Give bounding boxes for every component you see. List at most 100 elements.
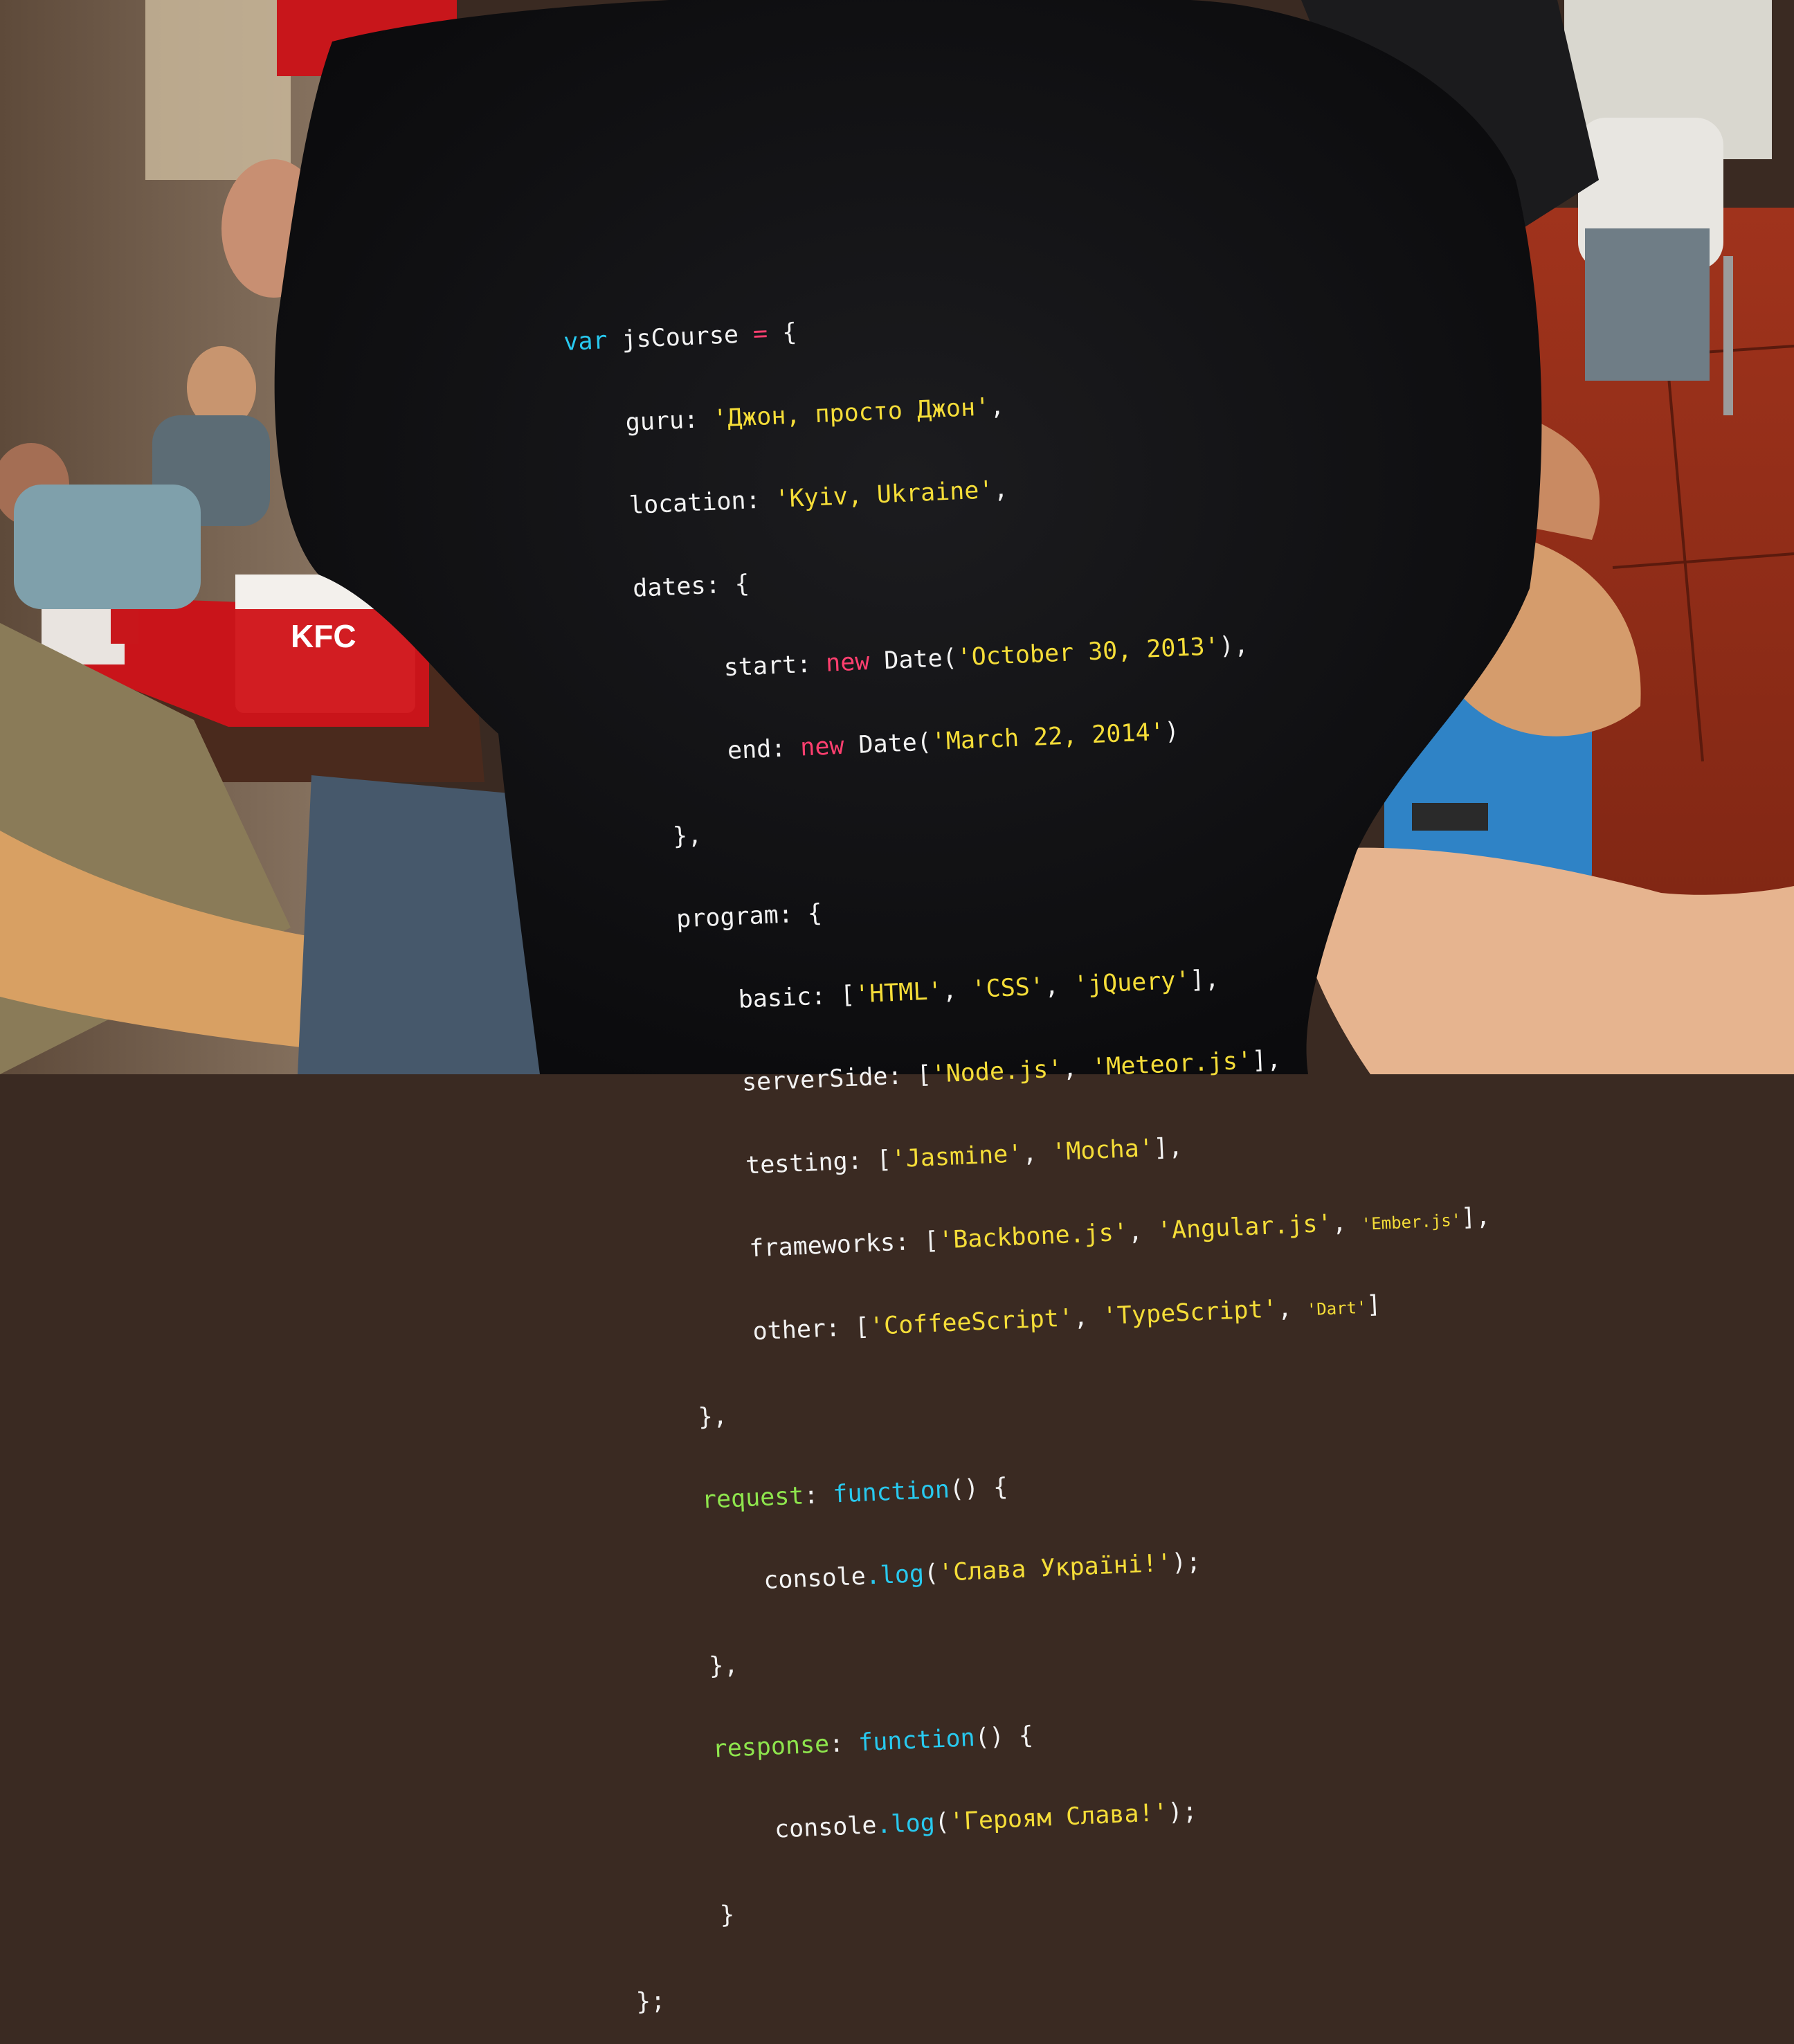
- code-line: serverSide: ['Node.js', 'Meteor.js'],: [596, 1038, 1469, 1103]
- code-line: dates: {: [574, 540, 1447, 606]
- code-operator: =: [752, 320, 768, 348]
- code-keyword: new: [799, 732, 845, 762]
- code-string: 'Слава Україні!': [938, 1549, 1172, 1587]
- code-operator: .: [876, 1811, 892, 1840]
- code-method: log: [879, 1559, 925, 1590]
- code-text: :: [828, 1729, 860, 1759]
- code-text: console: [763, 1562, 867, 1595]
- code-line: var jsCourse = {: [563, 291, 1435, 356]
- code-key: end:: [727, 734, 801, 766]
- code-string: 'CoffeeScript': [869, 1304, 1074, 1341]
- code-text: jsCourse: [606, 320, 754, 355]
- code-text: ,: [1043, 971, 1074, 1001]
- code-text: ,: [993, 476, 1009, 505]
- code-line: testing: ['Jasmine', 'Mocha'],: [599, 1121, 1472, 1186]
- code-string: 'October 30, 2013': [956, 633, 1220, 672]
- code-method: log: [890, 1809, 936, 1839]
- code-key: testing: [: [745, 1146, 892, 1180]
- code-line: };: [635, 1951, 1508, 2016]
- code-string: 'Mocha': [1051, 1134, 1154, 1167]
- code-text: (: [934, 1808, 950, 1837]
- code-line: location: 'Kyiv, Ukraine',: [570, 457, 1443, 523]
- code-text: ,: [941, 976, 972, 1005]
- code-keyword: var: [563, 327, 608, 356]
- code-line: end: new Date('March 22, 2014'): [581, 705, 1454, 771]
- code-function-keyword: function: [858, 1724, 976, 1757]
- code-key: other: [: [752, 1313, 870, 1346]
- code-line: other: ['CoffeeScript', 'TypeScript', 'D…: [606, 1287, 1479, 1353]
- code-text: ],: [1189, 965, 1220, 995]
- code-text: :: [803, 1481, 834, 1510]
- code-string: 'March 22, 2014': [930, 718, 1166, 757]
- code-text: () {: [974, 1721, 1034, 1752]
- tshirt-code-print: var jsCourse = { guru: 'Джон, просто Джо…: [561, 235, 1491, 2016]
- code-text: Date(: [869, 644, 958, 676]
- code-key: basic: [: [737, 981, 856, 1014]
- code-line: console.log('Слава Україні!');: [617, 1535, 1490, 1601]
- code-text: ,: [1331, 1208, 1362, 1238]
- code-text: };: [635, 1987, 667, 2016]
- code-key: frameworks: [: [748, 1227, 940, 1263]
- code-text: ,: [1022, 1139, 1053, 1168]
- code-text: },: [708, 1651, 739, 1681]
- code-text: ],: [1460, 1202, 1492, 1232]
- code-text: );: [1167, 1798, 1198, 1827]
- code-string: 'Ember.js': [1361, 1210, 1462, 1234]
- code-text: Date(: [843, 728, 932, 760]
- code-key: guru:: [624, 405, 714, 437]
- jeans-left: [298, 775, 540, 1074]
- code-text: },: [697, 1402, 728, 1431]
- code-key: program: {: [676, 899, 823, 934]
- code-line: console.log('Героям Слава!');: [628, 1784, 1501, 1850]
- light-column: [145, 0, 291, 180]
- code-text: },: [672, 821, 703, 851]
- code-text: ,: [1127, 1217, 1158, 1247]
- code-text: ],: [1152, 1133, 1184, 1162]
- code-line: program: {: [588, 871, 1461, 937]
- code-string: 'Meteor.js': [1091, 1047, 1253, 1082]
- code-text: ]: [1366, 1290, 1382, 1319]
- code-line: start: new Date('October 30, 2013'),: [577, 623, 1450, 689]
- code-key: location:: [628, 485, 776, 520]
- code-string: 'Джон, просто Джон': [712, 393, 990, 433]
- code-line: },: [585, 788, 1458, 854]
- background-person-body: [14, 485, 201, 609]
- code-text: ,: [1072, 1303, 1103, 1332]
- code-string: 'Kyiv, Ukraine': [774, 476, 995, 514]
- code-key: start:: [723, 649, 827, 682]
- code-key: serverSide: [: [741, 1060, 932, 1097]
- code-text: }: [719, 1901, 736, 1930]
- code-property: request: [701, 1482, 805, 1514]
- code-text: {: [767, 318, 798, 348]
- code-string: 'Jasmine': [890, 1140, 1024, 1174]
- code-line: response: function() {: [624, 1701, 1497, 1767]
- code-text: ),: [1218, 631, 1249, 660]
- code-line: basic: ['HTML', 'CSS', 'jQuery'],: [592, 955, 1465, 1020]
- code-line: guru: 'Джон, просто Джон',: [567, 374, 1440, 440]
- code-function-keyword: function: [832, 1476, 950, 1509]
- code-keyword: new: [825, 648, 871, 678]
- code-text: ,: [989, 392, 1006, 422]
- chair-leg: [1723, 256, 1733, 415]
- code-operator: .: [864, 1562, 881, 1591]
- code-key: dates: {: [632, 570, 750, 603]
- code-string: 'HTML': [854, 977, 943, 1009]
- code-line: frameworks: ['Backbone.js', 'Angular.js'…: [603, 1203, 1491, 1269]
- code-string: 'Node.js': [930, 1055, 1064, 1089]
- code-string: 'Dart': [1306, 1297, 1368, 1320]
- code-text: );: [1171, 1548, 1202, 1577]
- code-string: 'Angular.js': [1157, 1209, 1333, 1245]
- code-text: () {: [948, 1473, 1008, 1504]
- code-string: 'CSS': [970, 973, 1045, 1004]
- kfc-logo: KFC: [291, 618, 356, 654]
- code-string: 'Backbone.js': [938, 1218, 1129, 1255]
- code-text: (: [923, 1559, 939, 1588]
- code-text: ,: [1276, 1294, 1307, 1323]
- code-text: console: [774, 1811, 878, 1844]
- code-string: 'TypeScript': [1102, 1295, 1278, 1331]
- code-text: ): [1163, 717, 1180, 746]
- code-line: request: function() {: [614, 1452, 1487, 1518]
- code-property: response: [712, 1730, 830, 1764]
- code-line: }: [632, 1867, 1505, 1933]
- code-string: 'Героям Слава!': [948, 1798, 1169, 1836]
